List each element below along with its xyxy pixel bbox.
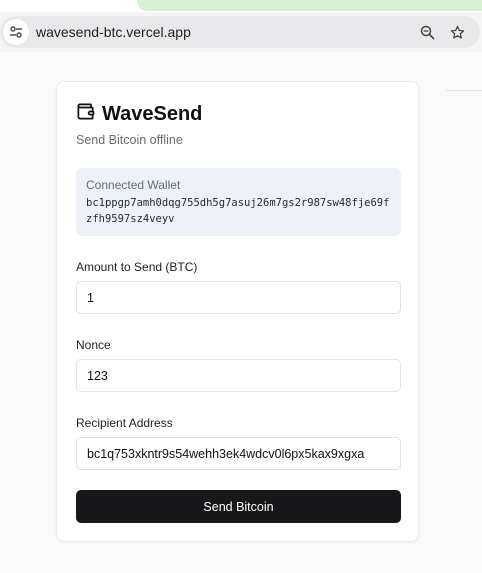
nonce-label: Nonce (76, 338, 111, 352)
send-bitcoin-button[interactable]: Send Bitcoin (76, 490, 401, 523)
wallet-label: Connected Wallet (86, 178, 181, 192)
wallet-icon (76, 102, 95, 126)
recipient-address-input[interactable] (76, 437, 401, 470)
star-icon[interactable] (449, 24, 465, 40)
page-subtitle: Send Bitcoin offline (76, 133, 183, 147)
divider (446, 90, 482, 91)
nonce-input[interactable] (76, 359, 401, 392)
zoom-icon[interactable] (419, 24, 435, 40)
amount-label: Amount to Send (BTC) (76, 260, 198, 274)
amount-input[interactable] (76, 281, 401, 314)
site-settings-icon[interactable] (3, 19, 29, 45)
page-content: WaveSend Send Bitcoin offline Connected … (0, 52, 482, 573)
url-text[interactable]: wavesend-btc.vercel.app (36, 24, 191, 40)
connected-wallet-box: Connected Wallet bc1ppgp7amh0dqg755dh5g7… (76, 168, 401, 236)
notification-banner (137, 0, 482, 11)
wallet-address: bc1ppgp7amh0dqg755dh5g7asuj26m7gs2r987sw… (86, 197, 390, 225)
recipient-label: Recipient Address (76, 416, 173, 430)
address-bar[interactable]: wavesend-btc.vercel.app (0, 16, 480, 48)
card-header: WaveSend (76, 102, 202, 126)
page-title: WaveSend (102, 102, 203, 125)
send-card: WaveSend Send Bitcoin offline Connected … (56, 81, 419, 542)
